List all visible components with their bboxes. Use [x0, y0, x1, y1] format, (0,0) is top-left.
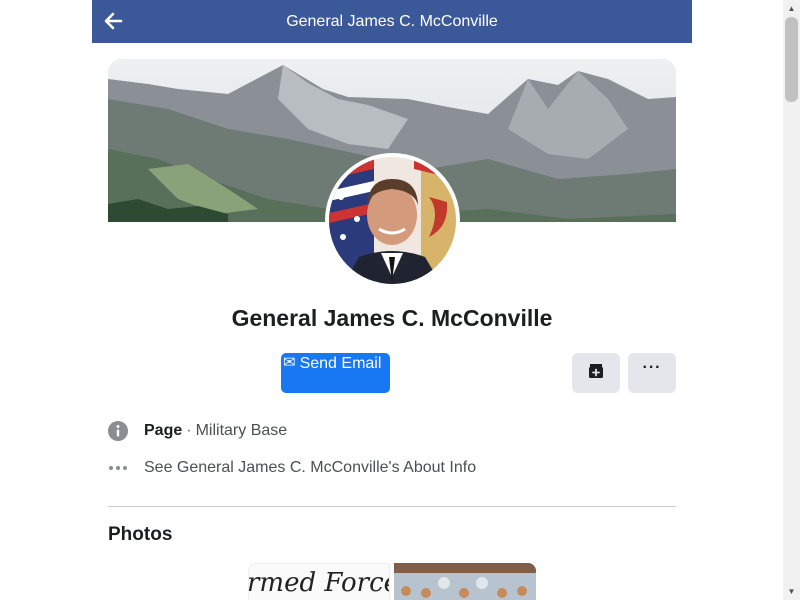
vertical-scrollbar[interactable]: ▲ ▼	[783, 0, 800, 600]
about-info-text: See General James C. McConville's About …	[144, 459, 477, 476]
profile-avatar[interactable]	[325, 153, 460, 288]
send-email-button[interactable]: ✉ Send Email	[281, 353, 390, 393]
photo-thumbnail[interactable]	[394, 563, 536, 600]
section-divider	[108, 506, 676, 507]
profile-photo	[329, 157, 456, 284]
more-dots-icon: ···	[642, 359, 662, 376]
photo-caption-text: rmed ForcesL	[248, 568, 389, 598]
send-email-label: Send Email	[299, 355, 382, 372]
profile-name: General James C. McConville	[231, 305, 553, 331]
photo-thumbnail[interactable]: rmed ForcesL	[248, 563, 390, 600]
header-title: General James C. McConville	[286, 12, 498, 30]
page-type-label: Page	[144, 422, 183, 439]
separator-dot: ·	[186, 422, 192, 439]
top-bar: General James C. McConville	[92, 0, 692, 43]
more-options-button[interactable]: ···	[628, 353, 676, 393]
back-arrow-icon[interactable]	[102, 10, 124, 32]
save-icon	[587, 362, 605, 385]
page-info-row: Page · Military Base	[108, 421, 676, 441]
envelope-icon: ✉	[283, 354, 296, 371]
scroll-down-arrow-icon[interactable]: ▼	[783, 583, 800, 600]
save-button[interactable]	[572, 353, 620, 393]
scroll-up-arrow-icon[interactable]: ▲	[783, 0, 800, 17]
info-icon	[108, 421, 128, 441]
page-category: Military Base	[195, 422, 288, 439]
scrollbar-thumb[interactable]	[785, 17, 798, 102]
photos-heading: Photos	[108, 524, 173, 545]
about-info-link[interactable]: See General James C. McConville's About …	[108, 458, 676, 478]
ellipsis-icon	[108, 458, 128, 478]
